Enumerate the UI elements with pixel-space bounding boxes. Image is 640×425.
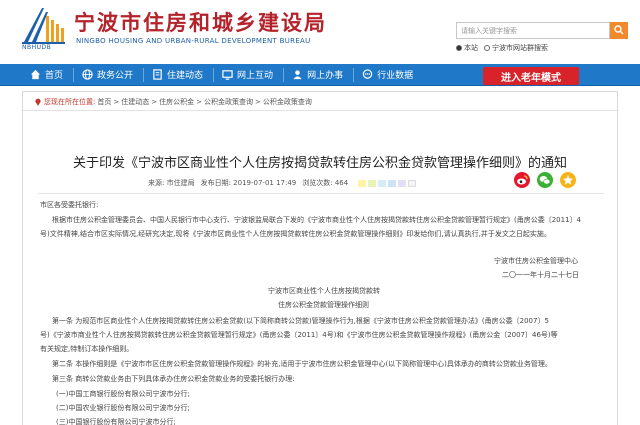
breadcrumb-sep: > (151, 98, 158, 106)
nav-label: 网上办事 (307, 71, 344, 81)
breadcrumb-sep: > (196, 98, 202, 106)
home-icon (30, 69, 41, 80)
breadcrumb-divider (23, 110, 617, 111)
nav-gov-info[interactable]: 政务公开 (74, 64, 143, 86)
breadcrumb-current[interactable]: 公积金政策查询 (263, 97, 312, 107)
weibo-share-icon[interactable] (514, 172, 530, 188)
nav-news[interactable]: 住建动态 (144, 64, 213, 86)
article-title: 关于印发《宁波市区商业性个人住房按揭贷款转住房公积金贷款管理操作细则》的通知 (72, 156, 567, 171)
signature-org: 宁波市住房公积金管理中心 (494, 257, 578, 265)
article-paragraph: 号)《宁波市商业性个人住房按揭贷款转住房公积金贷款管理暂行规定》(甬房公委〔20… (40, 331, 558, 339)
breadcrumb-label: 您现在所在位置: (44, 98, 96, 106)
breadcrumb-sep: > (254, 98, 261, 106)
document-icon (153, 69, 162, 80)
nav-label: 政务公开 (97, 71, 134, 81)
breadcrumb-fund[interactable]: 住房公积金 (159, 97, 194, 107)
radio-label: 宁波市网站群搜索 (492, 44, 548, 52)
search-icon (614, 25, 624, 35)
radio-label: 本站 (464, 44, 478, 52)
color-swatch[interactable] (368, 179, 377, 187)
logo-abbrev: NBHUDB (22, 44, 52, 51)
globe-icon (82, 69, 93, 80)
bank-list-item: (三)中国银行股份有限公司宁波市分行; (56, 418, 176, 425)
radio-dot (484, 45, 490, 51)
content-divider (38, 193, 604, 194)
breadcrumb-sep: > (113, 98, 120, 106)
article-source: 来源: 市住建局 (148, 179, 195, 187)
doc-heading: 住房公积金贷款管理操作细则 (278, 301, 369, 309)
breadcrumb-policy[interactable]: 公积金政策查询 (204, 97, 253, 107)
elder-mode-button[interactable]: 进入老年模式 (483, 67, 579, 85)
breadcrumb-news[interactable]: 住建动态 (121, 97, 149, 107)
search-button[interactable] (610, 22, 628, 39)
article-paragraph: 第一条 为规范市区商业性个人住房按揭贷款转住房公积金贷款(以下简称商转公贷款)管… (52, 317, 549, 325)
search-scope: 本站 宁波市网站群搜索 (456, 43, 548, 53)
bank-list-item: (一)中国工商银行股份有限公司宁波市分行; (56, 390, 190, 398)
article-paragraph: 第二条 本操作细则是《宁波市市区住房公积金贷款管理操作规程》的补充,适用于宁波市… (52, 360, 552, 368)
article-views: 浏览次数: 464 (302, 179, 349, 187)
article-meta: 来源: 市住建局 发布日期: 2019-07-01 17:49 浏览次数: 46… (148, 178, 417, 188)
signature-date: 二〇一一年十月二十七日 (502, 271, 579, 279)
nav-label: 首页 (45, 71, 64, 81)
color-swatch[interactable] (408, 179, 417, 187)
radio-network[interactable]: 宁波市网站群搜索 (484, 43, 548, 53)
article-paragraph: 根据市住房公积金管理委员会、中国人民银行市中心支行、宁波银监局联合下发的《宁波市… (52, 216, 581, 224)
wechat-share-icon[interactable] (537, 172, 553, 188)
color-swatch[interactable] (378, 179, 387, 187)
nav-home[interactable]: 首页 (0, 64, 73, 86)
bureau-logo-icon[interactable] (20, 4, 66, 46)
site-subtitle: NINGBO HOUSING AND URBAN-RURAL DEVELOPME… (76, 37, 311, 45)
article-date: 发布日期: 2019-07-01 17:49 (200, 179, 297, 187)
user-icon (293, 70, 302, 80)
qzone-share-icon[interactable] (560, 172, 576, 188)
radio-site[interactable]: 本站 (456, 43, 478, 53)
nav-interaction[interactable]: 网上互动 (214, 64, 283, 86)
doc-heading: 宁波市区商业性个人住房按揭贷款转 (268, 287, 380, 295)
color-swatch[interactable] (358, 179, 367, 187)
nav-online-service[interactable]: 网上办事 (284, 64, 353, 86)
nav-label: 网上互动 (237, 71, 274, 81)
background-color-switcher (358, 179, 417, 187)
article-paragraph: 有关规定,特制订本操作细则。 (40, 345, 134, 353)
color-swatch[interactable] (388, 179, 397, 187)
location-icon (35, 98, 41, 106)
chat-icon (362, 69, 373, 79)
nav-label: 行业数据 (377, 71, 414, 81)
site-title[interactable]: 宁波市住房和城乡建设局 (74, 7, 327, 37)
breadcrumb-home[interactable]: 首页 (97, 97, 111, 107)
monitor-icon (222, 70, 233, 80)
color-swatch[interactable] (398, 179, 407, 187)
article-salutation: 市区各受委托银行: (40, 201, 99, 209)
site-header: NBHUDB 宁波市住房和城乡建设局 NINGBO HOUSING AND UR… (0, 0, 640, 64)
radio-dot (456, 45, 462, 51)
article-paragraph: 第三条 商转公贷款业务由下列具体承办住房公积金贷款业务的受委托银行办理: (52, 375, 295, 383)
nav-label: 住建动态 (167, 71, 204, 81)
breadcrumb: 您现在所在位置: 首页 > 住建动态 > 住房公积金 > 公积金政策查询 > 公… (34, 97, 312, 107)
article-paragraph: 号)文件精神,结合市区实际情况,经研究决定,现将《宁波市区商业性个人住房按揭贷款… (40, 230, 551, 238)
search-input[interactable]: 请输入关键字搜索 (456, 22, 610, 39)
bank-list-item: (二)中国农业银行股份有限公司宁波市分行; (56, 404, 190, 412)
nav-industry-data[interactable]: 行业数据 (354, 64, 423, 86)
